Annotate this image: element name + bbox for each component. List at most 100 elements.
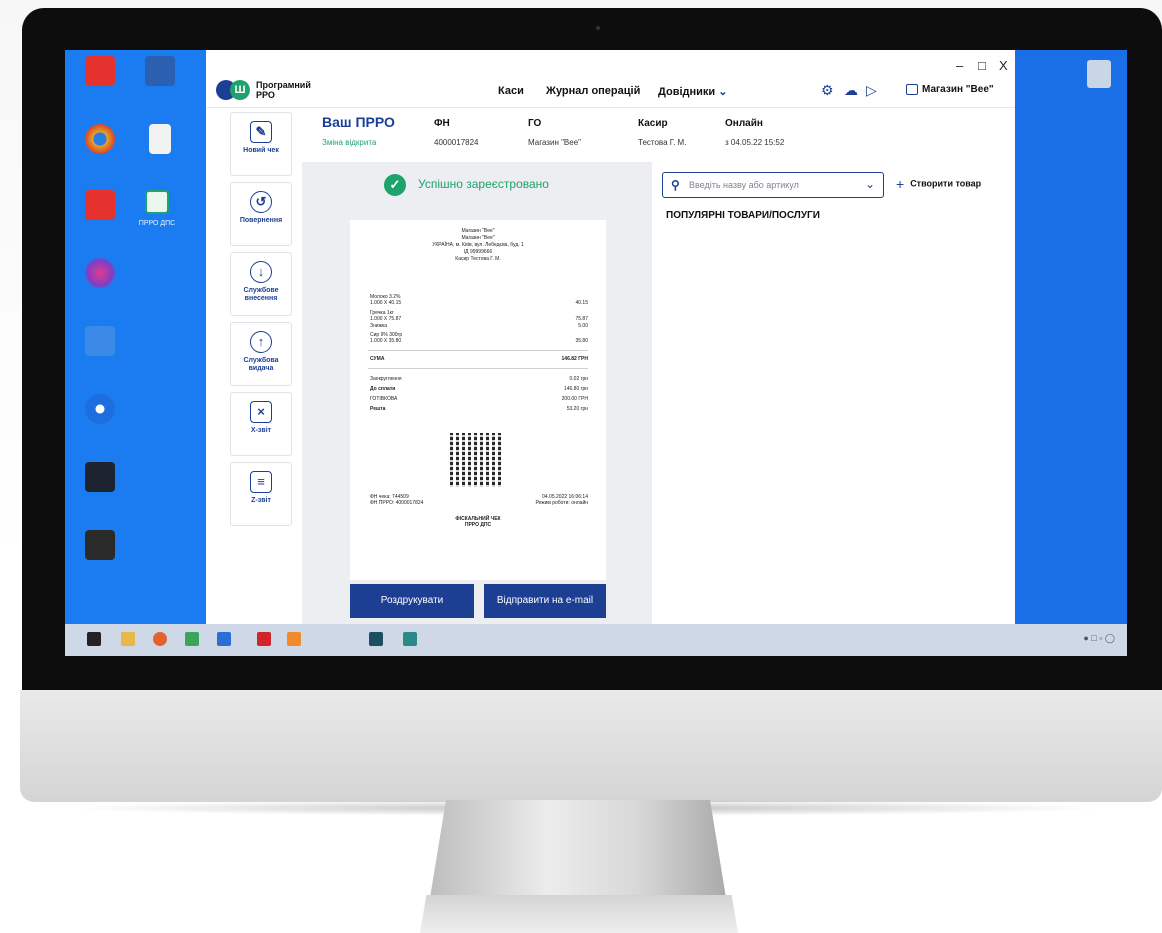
cloud-icon[interactable]: ☁ <box>844 82 858 99</box>
nav-cash-registers[interactable]: Каси <box>498 85 524 97</box>
desktop-app-icon[interactable] <box>85 190 115 220</box>
sidebar-item-label: Службове внесення <box>243 287 279 302</box>
receipt-item-sum: 35.80 <box>575 338 588 344</box>
desktop-app-icon[interactable] <box>85 394 115 424</box>
maximize-button[interactable]: □ <box>978 58 986 73</box>
file-icon[interactable] <box>149 124 171 154</box>
receipt-fn-prro: ФН ПРРО: 4000017824 <box>370 500 424 506</box>
popular-products-heading: ПОПУЛЯРНІ ТОВАРИ/ПОСЛУГИ <box>666 210 820 221</box>
cashier-value: Тестова Г. М. <box>638 138 687 147</box>
store-icon <box>906 84 918 95</box>
wrench-icon[interactable]: ⚙ <box>821 82 834 99</box>
receipt-header-line: ІД 99999666 <box>463 249 493 255</box>
folder-icon[interactable] <box>121 632 135 646</box>
qr-code <box>450 433 504 487</box>
prro-shortcut-icon[interactable] <box>145 190 169 214</box>
desktop-screen: ПРРО ДПС Ш Програмний РРО Каси Журнал оп… <box>65 50 1127 656</box>
taskbar: ● □ ▫ ◯ <box>65 624 1127 656</box>
nav-directories-label: Довідники <box>658 86 716 98</box>
chevron-down-icon[interactable]: ⌄ <box>865 177 875 191</box>
chrome-icon[interactable] <box>85 124 115 154</box>
start-icon[interactable] <box>87 632 101 646</box>
sidebar-item-label: Х-звіт <box>250 427 272 434</box>
taskbar-app-icon[interactable] <box>287 632 301 646</box>
desktop-icons: ПРРО ДПС <box>65 50 205 630</box>
arrow-up-icon: ↑ <box>250 331 272 353</box>
monitor-stand-neck <box>428 800 728 910</box>
arrow-down-icon: ↓ <box>250 261 272 283</box>
trident-logo-icon: Ш <box>230 80 250 100</box>
sidebar-item-service-deposit[interactable]: ↓ Службове внесення <box>230 252 292 316</box>
print-button[interactable]: Роздрукувати <box>350 584 474 618</box>
receipt-pane: ✓ Успішно зареєстровано Магазин "Bee" Ма… <box>302 162 652 624</box>
success-message: Успішно зареєстровано <box>418 177 549 191</box>
taskbar-app-icon[interactable] <box>403 632 417 646</box>
taskbar-app-icon[interactable] <box>217 632 231 646</box>
receipt-header-line: Магазин "Bee" <box>461 228 495 234</box>
brand-title: Ваш ПРРО <box>322 114 395 130</box>
receipt-change-value: 53.20 грн <box>566 406 588 412</box>
store-name: Магазин "Bee" <box>922 84 994 96</box>
z-report-icon: ≡ <box>250 471 272 493</box>
plus-icon: + <box>896 176 905 192</box>
online-value: з 04.05.22 15:52 <box>725 138 785 147</box>
firefox-icon[interactable] <box>153 632 167 646</box>
receipt-footer-line: ПРРО ДПС <box>464 522 492 528</box>
fn-label: ФН <box>434 118 450 129</box>
recycle-bin-icon[interactable] <box>1087 60 1111 88</box>
receipt-to-pay-label: До сплати <box>370 386 396 392</box>
receipt-item-sum: 5.00 <box>578 323 588 329</box>
desktop-right-area <box>1015 50 1127 624</box>
sidebar-item-return[interactable]: ↺ Повернення <box>230 182 292 246</box>
chevron-down-icon: ⌄ <box>718 86 728 98</box>
receipt-item-qty: 1.000 Х 35.80 <box>370 338 402 344</box>
search-icon: ⚲ <box>671 178 680 192</box>
desktop-app-icon[interactable] <box>85 258 115 288</box>
desktop-app-icon[interactable] <box>85 56 115 86</box>
receipt-change-label: Решта <box>370 406 386 412</box>
receipt-cash-value: 200.00 ГРН <box>561 396 588 402</box>
minimize-button[interactable]: – <box>956 58 963 73</box>
receipt-total-value: 146.82 ГРН <box>561 356 588 362</box>
shift-info-header: Ваш ПРРО Зміна відкрита ФН 4000017824 ГО… <box>302 108 1015 158</box>
receipt-divider <box>368 350 588 351</box>
nav-directories[interactable]: Довідники ⌄ <box>658 85 727 98</box>
system-tray[interactable]: ● □ ▫ ◯ <box>1083 633 1115 644</box>
prro-shortcut-label[interactable]: ПРРО ДПС <box>127 220 187 227</box>
sidebar-item-new-receipt[interactable]: ✎ Новий чек <box>230 112 292 176</box>
store-selector[interactable]: Магазин "Bee" <box>906 84 994 95</box>
close-button[interactable]: X <box>999 58 1008 73</box>
receipt-total-label: СУМА <box>370 356 385 362</box>
megaphone-icon[interactable]: ▷ <box>866 82 877 99</box>
receipt-divider <box>368 368 588 369</box>
taskbar-app-icon[interactable] <box>185 632 199 646</box>
create-product-button[interactable]: + Створити товар <box>896 176 981 192</box>
send-email-button[interactable]: Відправити на e-mail <box>484 584 606 618</box>
sidebar-item-label: Новий чек <box>243 147 279 154</box>
check-icon: ✓ <box>384 174 406 196</box>
receipt-header-line: Магазин "Bee" <box>461 235 495 241</box>
taskbar-app-icon[interactable] <box>369 632 383 646</box>
cashier-label: Касир <box>638 118 668 129</box>
taskbar-app-icon[interactable] <box>257 632 271 646</box>
nav-operations-log[interactable]: Журнал операцій <box>546 85 640 97</box>
webcam <box>596 26 600 30</box>
create-product-label: Створити товар <box>910 178 982 189</box>
desktop-app-icon[interactable] <box>85 326 115 356</box>
desktop-app-icon[interactable] <box>85 462 115 492</box>
sidebar-item-x-report[interactable]: × Х-звіт <box>230 392 292 456</box>
product-search-input[interactable]: ⚲ Введіть назву або артикул ⌄ <box>662 172 884 198</box>
monitor-stand-foot <box>420 895 738 933</box>
desktop-app-icon[interactable] <box>85 530 115 560</box>
sidebar-item-z-report[interactable]: ≡ Z-звіт <box>230 462 292 526</box>
receipt-preview: Магазин "Bee" Магазин "Bee" УКРАЇНА, м. … <box>350 220 606 580</box>
edit-receipt-icon: ✎ <box>250 121 272 143</box>
desktop-app-icon[interactable] <box>145 56 175 86</box>
sidebar-item-service-withdrawal[interactable]: ↑ Службова видача <box>230 322 292 386</box>
search-placeholder: Введіть назву або артикул <box>689 180 799 190</box>
sidebar-item-label: Повернення <box>239 217 283 224</box>
receipt-header-line: Касир Тестова Г. М. <box>455 256 501 262</box>
receipt-item-qty: 1.000 Х 40.15 <box>370 300 402 306</box>
shift-status: Зміна відкрита <box>322 138 377 147</box>
fn-value: 4000017824 <box>434 138 479 147</box>
